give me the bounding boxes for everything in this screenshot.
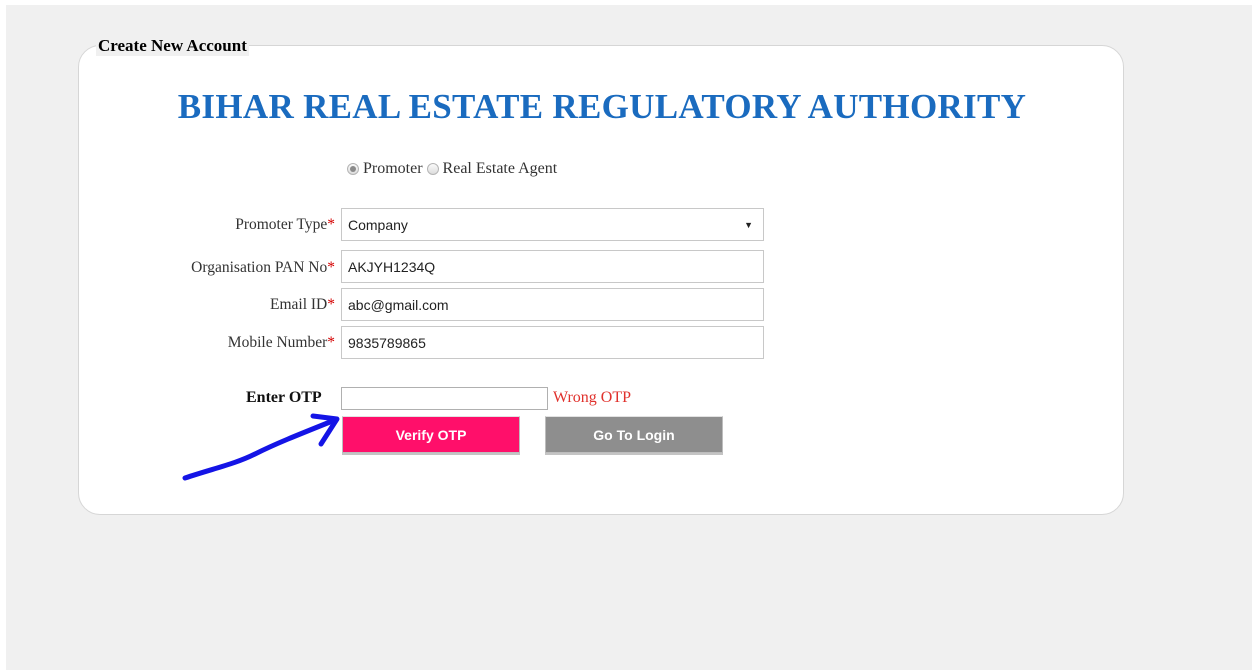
mobile-label: Mobile Number* — [227, 334, 335, 351]
required-marker: * — [327, 296, 335, 313]
required-marker: * — [327, 334, 335, 351]
required-marker: * — [327, 216, 335, 233]
promoter-type-label: Promoter Type* — [235, 216, 335, 233]
email-input[interactable]: abc@gmail.com — [341, 288, 764, 321]
email-value: abc@gmail.com — [348, 296, 449, 313]
pan-input[interactable]: AKJYH1234Q — [341, 250, 764, 283]
mobile-input[interactable]: 9835789865 — [341, 326, 764, 359]
page-title: BIHAR REAL ESTATE REGULATORY AUTHORITY — [177, 87, 1027, 126]
promoter-radio[interactable] — [347, 163, 359, 175]
account-type-radio-group: Promoter Real Estate Agent — [347, 159, 561, 179]
annotation-arrow-icon — [182, 413, 340, 481]
real-estate-agent-radio[interactable] — [426, 163, 439, 175]
required-marker: * — [327, 259, 335, 276]
pan-value: AKJYH1234Q — [348, 258, 436, 275]
promoter-radio-label[interactable]: Promoter — [363, 159, 423, 179]
otp-error-message: Wrong OTP — [553, 389, 632, 406]
mobile-value: 9835789865 — [348, 334, 426, 351]
verify-otp-button[interactable]: Verify OTP — [342, 416, 520, 453]
dropdown-arrow-icon: ▼ — [744, 219, 753, 230]
pan-label: Organisation PAN No* — [191, 259, 335, 276]
promoter-type-value: Company — [348, 216, 408, 233]
otp-input[interactable] — [341, 387, 548, 410]
email-label: Email ID* — [270, 296, 335, 313]
panel-legend: Create New Account — [96, 36, 249, 56]
real-estate-agent-radio-label[interactable]: Real Estate Agent — [443, 159, 558, 179]
promoter-type-select[interactable]: Company ▼ — [341, 208, 764, 241]
otp-label: Enter OTP — [246, 389, 322, 406]
go-to-login-button[interactable]: Go To Login — [545, 416, 723, 453]
